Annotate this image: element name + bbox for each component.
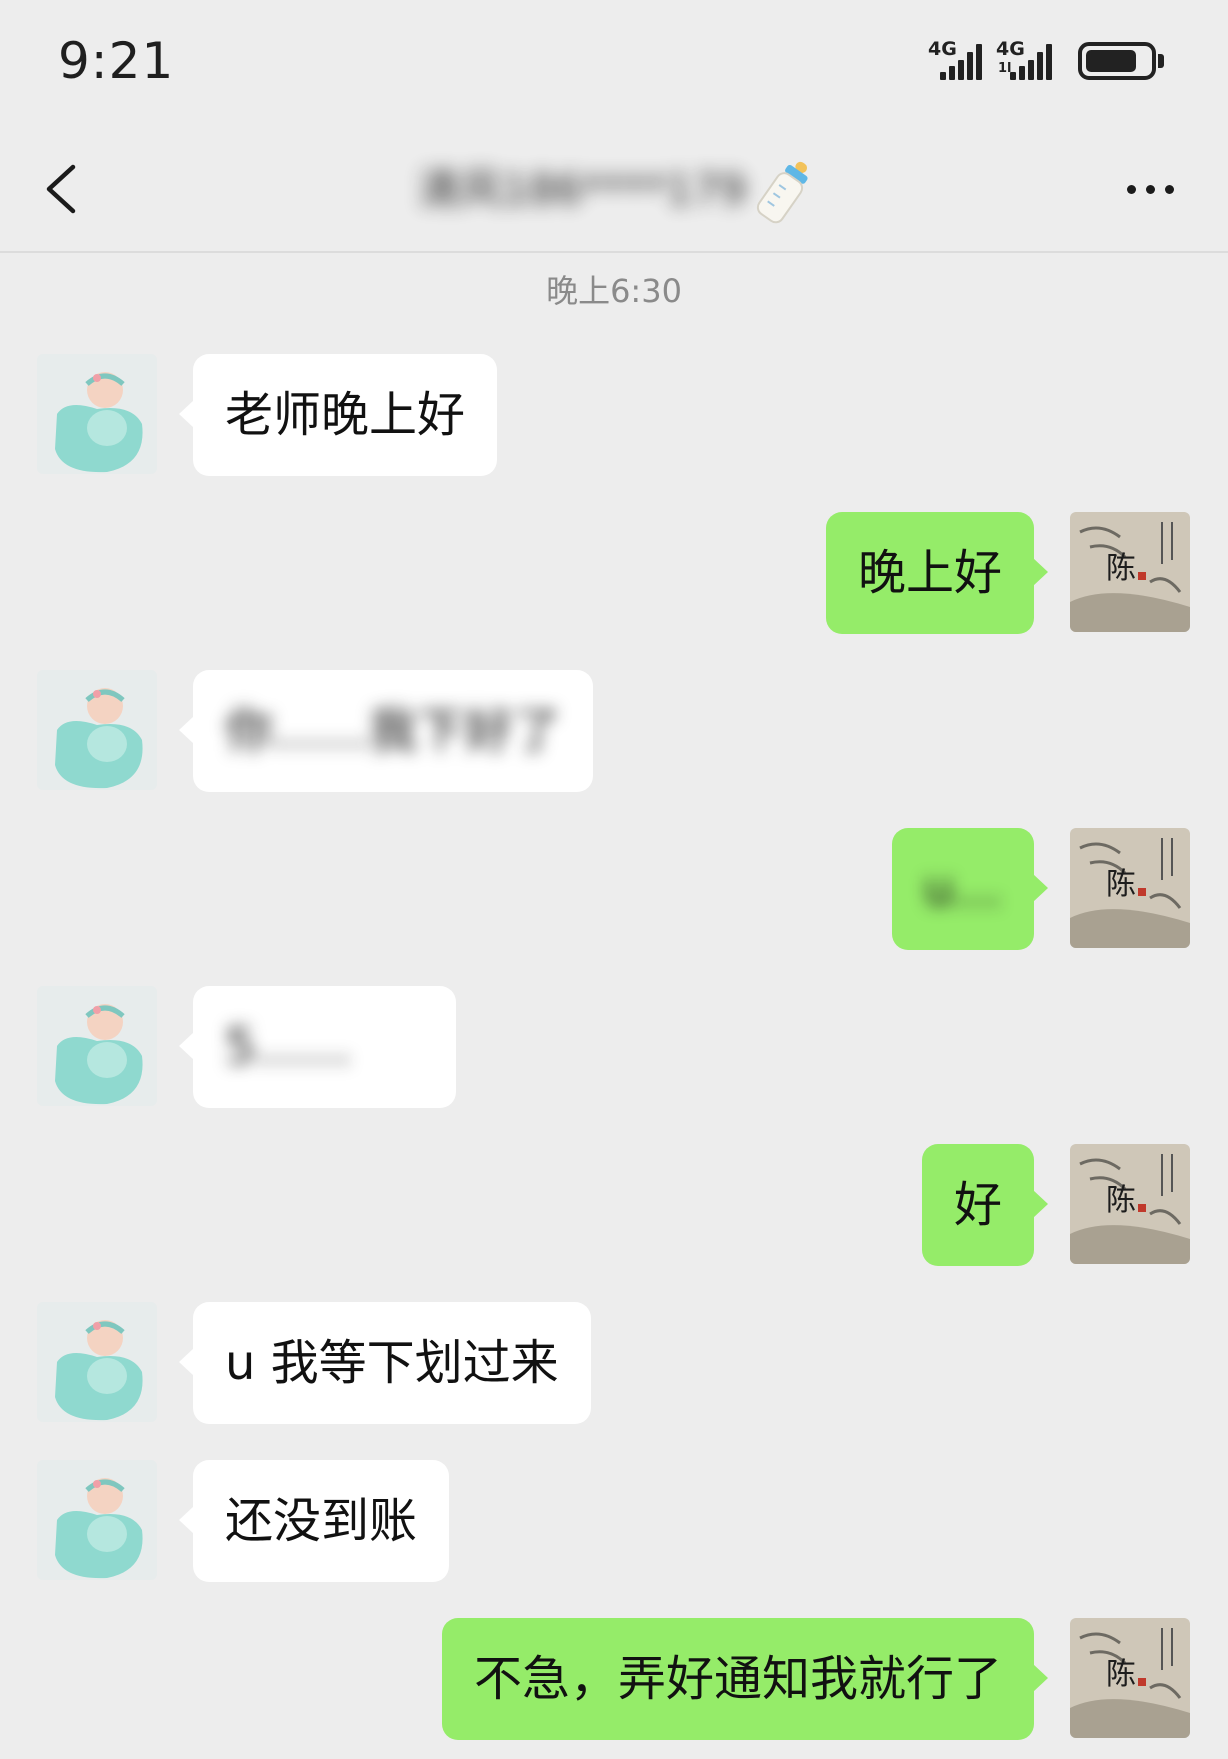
message-row: 还没到账 (0, 1460, 1228, 1582)
svg-text:陈: 陈 (1106, 1183, 1136, 1218)
signal-4g-secondary-icon: 4G 1l (996, 40, 1056, 82)
message-bubble-received[interactable]: 5…… (179, 986, 456, 1108)
user-avatar[interactable]: 陈 (1070, 828, 1190, 948)
message-row: 好 陈 (0, 1144, 1228, 1266)
signal-label-secondary: 4G (996, 38, 1025, 60)
message-row: 5…… (0, 986, 1228, 1108)
battery-level (1086, 50, 1136, 72)
contact-avatar[interactable] (37, 1302, 157, 1422)
nav-bar: 清风186****179 (0, 125, 1228, 253)
status-time: 9:21 (58, 32, 175, 90)
chevron-left-icon (46, 164, 76, 214)
message-row: u 我等下划过来 (0, 1302, 1228, 1424)
more-dot-icon (1126, 184, 1136, 194)
message-timestamp: 晚上6:30 (546, 272, 682, 310)
baby-bottle-icon (756, 161, 808, 224)
message-text: 5…… (225, 1019, 352, 1075)
svg-text:陈: 陈 (1106, 867, 1136, 902)
user-avatar[interactable]: 陈 (1070, 512, 1190, 632)
more-dot-icon (1164, 184, 1174, 194)
message-bubble-sent[interactable]: 好 (921, 1144, 1049, 1266)
more-options-button[interactable] (1108, 161, 1192, 217)
svg-text:陈: 陈 (1106, 551, 1136, 586)
message-bubble-sent[interactable]: u… (891, 828, 1049, 950)
message-bubble-received[interactable]: u 我等下划过来 (179, 1302, 591, 1424)
message-bubble-sent[interactable]: 不急，弄好通知我就行了 (441, 1618, 1049, 1740)
message-bubble-received[interactable]: 还没到账 (178, 1460, 450, 1582)
battery-icon (1078, 42, 1164, 80)
signal-4g-icon: 4G (928, 40, 988, 82)
back-button[interactable] (30, 153, 90, 225)
more-dot-icon (1145, 184, 1155, 194)
message-bubble-received[interactable]: 你……我下好了 (178, 670, 594, 792)
message-row: 老师晚上好 (0, 354, 1228, 476)
chat-title-text: 清风186****179 (418, 165, 747, 214)
contact-avatar[interactable] (37, 1460, 157, 1580)
user-avatar[interactable]: 陈 (1070, 1144, 1190, 1264)
svg-text:陈: 陈 (1106, 1657, 1136, 1692)
chat-screen: 9:21 4G 4G 1l 清风186****179 晚上6:30 老师晚上好 … (0, 0, 1228, 1759)
message-text: 你……我下好了 (225, 703, 562, 759)
message-row: u… 陈 (0, 828, 1228, 950)
message-bubble-received[interactable]: 老师晚上好 (178, 354, 498, 476)
contact-avatar[interactable] (37, 354, 157, 474)
contact-avatar[interactable] (37, 670, 157, 790)
status-bar: 9:21 4G 4G 1l (0, 0, 1228, 125)
contact-avatar[interactable] (37, 986, 157, 1106)
user-avatar[interactable]: 陈 (1070, 1618, 1190, 1738)
message-bubble-sent[interactable]: 晚上好 (825, 512, 1049, 634)
message-row: 你……我下好了 (0, 670, 1228, 792)
message-text: u… (923, 861, 1002, 917)
message-row: 晚上好 陈 (0, 512, 1228, 634)
message-row: 不急，弄好通知我就行了 陈 (0, 1618, 1228, 1740)
signal-label: 4G (928, 38, 957, 60)
